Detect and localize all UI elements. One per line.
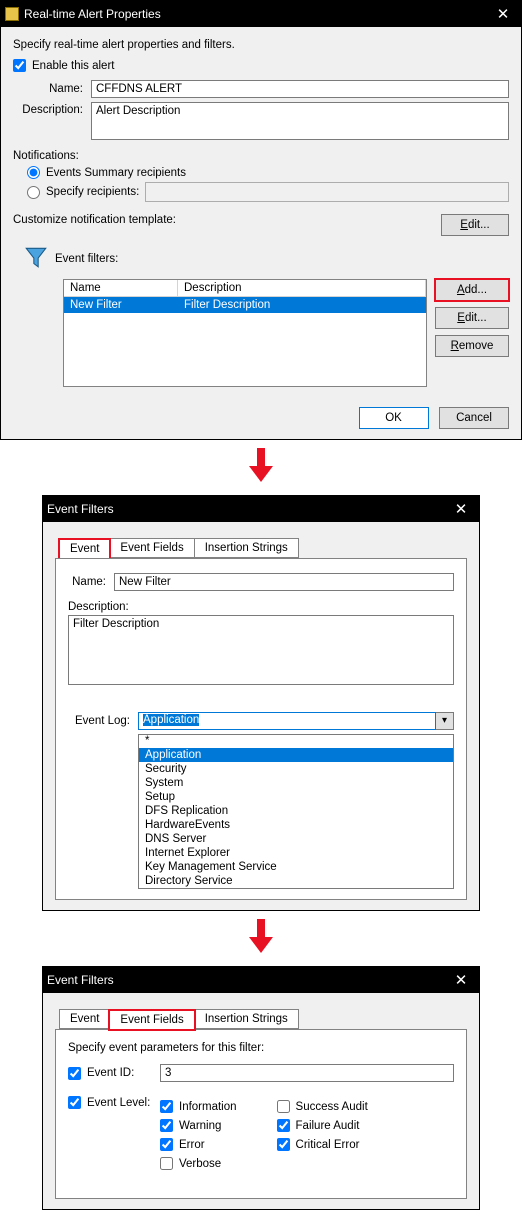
event-level-checkbox[interactable] bbox=[68, 1096, 81, 1109]
close-icon[interactable]: ✕ bbox=[447, 971, 475, 989]
table-row[interactable]: New Filter Filter Description bbox=[64, 297, 426, 313]
log-opt[interactable]: DFS Replication bbox=[139, 804, 453, 818]
funnel-icon bbox=[23, 244, 49, 273]
tab-event[interactable]: Event bbox=[59, 539, 110, 559]
add-filter-button[interactable]: Add... bbox=[435, 279, 509, 301]
description-label: Description: bbox=[68, 601, 454, 613]
tabs: Event Event Fields Insertion Strings bbox=[59, 538, 467, 558]
chevron-down-icon[interactable]: ▾ bbox=[436, 712, 454, 730]
tab-event[interactable]: Event bbox=[59, 1009, 110, 1029]
tabs: Event Event Fields Insertion Strings bbox=[59, 1009, 467, 1029]
event-id-label: Event ID: bbox=[87, 1067, 134, 1079]
row-name: New Filter bbox=[64, 297, 178, 313]
log-opt[interactable]: Application bbox=[139, 748, 453, 762]
log-opt[interactable]: HardwareEvents bbox=[139, 818, 453, 832]
customize-label: Customize notification template: bbox=[13, 214, 176, 226]
level-checkbox[interactable] bbox=[160, 1100, 173, 1113]
level-label: Critical Error bbox=[296, 1139, 360, 1151]
event-log-label: Event Log: bbox=[68, 715, 138, 727]
col-description[interactable]: Description bbox=[178, 280, 426, 297]
level-checkbox[interactable] bbox=[277, 1100, 290, 1113]
description-input[interactable]: Alert Description bbox=[91, 102, 509, 140]
arrow-icon bbox=[0, 446, 522, 489]
dialog-title: Event Filters bbox=[47, 973, 447, 987]
event-log-select[interactable]: Application ▾ bbox=[138, 712, 454, 730]
level-checkbox[interactable] bbox=[277, 1138, 290, 1151]
level-label: Warning bbox=[179, 1120, 221, 1132]
edit-template-button[interactable]: Edit... bbox=[441, 214, 509, 236]
event-filters-dialog-1: Event Filters ✕ Event Event Fields Inser… bbox=[42, 495, 480, 911]
prompt-text: Specify event parameters for this filter… bbox=[68, 1042, 454, 1054]
event-level-label: Event Level: bbox=[87, 1097, 150, 1109]
alert-properties-dialog: Real-time Alert Properties ✕ Specify rea… bbox=[0, 0, 522, 440]
log-opt[interactable]: System bbox=[139, 776, 453, 790]
level-label: Failure Audit bbox=[296, 1120, 360, 1132]
event-log-dropdown[interactable]: * Application Security System Setup DFS … bbox=[138, 734, 454, 889]
filter-name-input[interactable] bbox=[114, 573, 454, 591]
close-icon[interactable]: ✕ bbox=[447, 500, 475, 518]
level-label: Error bbox=[179, 1139, 205, 1151]
log-opt[interactable]: * bbox=[139, 735, 453, 748]
level-checkbox[interactable] bbox=[160, 1157, 173, 1170]
level-label: Success Audit bbox=[296, 1101, 368, 1113]
radio-summary[interactable] bbox=[27, 166, 40, 179]
ok-button[interactable]: OK bbox=[359, 407, 429, 429]
prompt-text: Specify real-time alert properties and f… bbox=[13, 39, 509, 51]
row-desc: Filter Description bbox=[178, 297, 426, 313]
tab-insertion-strings[interactable]: Insertion Strings bbox=[194, 538, 299, 558]
titlebar: Event Filters ✕ bbox=[43, 967, 479, 993]
enable-alert-label: Enable this alert bbox=[32, 60, 114, 72]
level-checkbox[interactable] bbox=[160, 1119, 173, 1132]
tab-event-fields[interactable]: Event Fields bbox=[109, 1010, 194, 1030]
log-opt[interactable]: Setup bbox=[139, 790, 453, 804]
level-label: Information bbox=[179, 1101, 237, 1113]
dialog-icon bbox=[5, 7, 19, 21]
cancel-button[interactable]: Cancel bbox=[439, 407, 509, 429]
edit-filter-button[interactable]: Edit... bbox=[435, 307, 509, 329]
description-label: Description: bbox=[13, 102, 91, 116]
radio-specify-label: Specify recipients: bbox=[46, 186, 139, 198]
titlebar: Real-time Alert Properties ✕ bbox=[1, 1, 521, 27]
recipients-input[interactable] bbox=[145, 182, 509, 202]
tab-insertion-strings[interactable]: Insertion Strings bbox=[194, 1009, 299, 1029]
filters-table[interactable]: Name Description New Filter Filter Descr… bbox=[63, 279, 427, 387]
dialog-title: Event Filters bbox=[47, 502, 447, 516]
tab-event-fields[interactable]: Event Fields bbox=[109, 538, 194, 558]
event-id-checkbox[interactable] bbox=[68, 1067, 81, 1080]
col-name[interactable]: Name bbox=[64, 280, 178, 297]
log-opt[interactable]: Directory Service bbox=[139, 874, 453, 888]
level-checkbox[interactable] bbox=[277, 1119, 290, 1132]
remove-filter-button[interactable]: Remove bbox=[435, 335, 509, 357]
dialog-title: Real-time Alert Properties bbox=[24, 7, 489, 21]
log-opt[interactable]: Security bbox=[139, 762, 453, 776]
log-opt[interactable]: Internet Explorer bbox=[139, 846, 453, 860]
event-id-input[interactable] bbox=[160, 1064, 454, 1082]
arrow-icon bbox=[0, 917, 522, 960]
titlebar: Event Filters ✕ bbox=[43, 496, 479, 522]
notifications-label: Notifications: bbox=[13, 150, 509, 162]
log-opt[interactable]: Key Management Service bbox=[139, 860, 453, 874]
event-filters-dialog-2: Event Filters ✕ Event Event Fields Inser… bbox=[42, 966, 480, 1210]
close-icon[interactable]: ✕ bbox=[489, 5, 517, 23]
name-input[interactable] bbox=[91, 80, 509, 98]
name-label: Name: bbox=[68, 576, 114, 588]
radio-summary-label: Events Summary recipients bbox=[46, 167, 186, 179]
enable-alert-checkbox[interactable] bbox=[13, 59, 26, 72]
filter-description-input[interactable]: Filter Description bbox=[68, 615, 454, 685]
level-checkbox[interactable] bbox=[160, 1138, 173, 1151]
level-label: Verbose bbox=[179, 1158, 221, 1170]
log-opt[interactable]: DNS Server bbox=[139, 832, 453, 846]
radio-specify[interactable] bbox=[27, 186, 40, 199]
name-label: Name: bbox=[13, 83, 91, 95]
event-filters-label: Event filters: bbox=[55, 253, 118, 265]
